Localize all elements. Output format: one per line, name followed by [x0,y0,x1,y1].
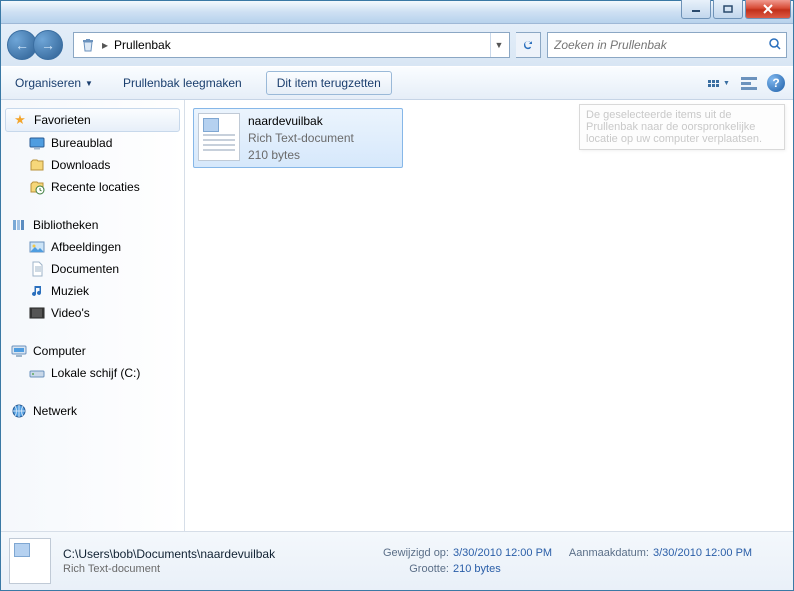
empty-recycle-bin-button[interactable]: Prullenbak leegmaken [117,73,248,93]
file-list[interactable]: naardevuilbak Rich Text-document 210 byt… [185,100,793,531]
forward-button[interactable]: → [33,30,63,60]
address-dropdown[interactable]: ▼ [490,33,507,57]
file-item-selected[interactable]: naardevuilbak Rich Text-document 210 byt… [193,108,403,168]
refresh-icon [521,38,535,52]
sidebar-libraries-header[interactable]: Bibliotheken [5,214,180,236]
sidebar-favorites-header[interactable]: ★Favorieten [5,108,180,132]
details-modified: 3/30/2010 12:00 PM [453,547,552,559]
preview-pane-icon [741,77,757,90]
chevron-down-icon: ▼ [495,40,504,50]
maximize-button[interactable] [713,0,743,19]
arrow-right-icon: → [41,38,55,52]
details-pane: C:\Users\bob\Documents\naardevuilbak Gew… [1,531,793,590]
details-path: C:\Users\bob\Documents\naardevuilbak [63,547,363,561]
sidebar-item-desktop[interactable]: Bureaublad [5,132,180,154]
chevron-down-icon: ▼ [723,80,730,87]
file-type: Rich Text-document [248,130,354,147]
rtf-file-icon [198,113,240,161]
details-type: Rich Text-document [63,563,363,575]
restore-item-button[interactable]: Dit item terugzetten [266,71,392,95]
preview-pane-button[interactable] [739,73,759,93]
view-options-button[interactable]: ▼ [707,71,731,95]
recycle-bin-icon [80,37,96,53]
libraries-icon [11,217,27,233]
command-bar: Organiseren ▼ Prullenbak leegmaken Dit i… [1,66,793,100]
file-name: naardevuilbak [248,113,354,130]
videos-icon [29,305,45,321]
minimize-button[interactable] [681,0,711,19]
search-box[interactable] [547,32,787,58]
drive-icon [29,365,45,381]
star-icon: ★ [12,112,28,128]
nav-buttons: ← → [7,30,67,60]
music-icon [29,283,45,299]
search-icon [768,37,782,54]
details-modified-label: Gewijzigd op: [363,547,449,559]
navigation-bar: ← → ▸ Prullenbak ▼ [1,24,793,66]
pictures-icon [29,239,45,255]
sidebar-computer-header[interactable]: Computer [5,340,180,362]
sidebar-item-drive-c[interactable]: Lokale schijf (C:) [5,362,180,384]
sidebar-item-pictures[interactable]: Afbeeldingen [5,236,180,258]
computer-icon [11,343,27,359]
thumbnails-icon [708,80,719,87]
rtf-file-icon [9,538,51,584]
search-input[interactable] [552,37,768,53]
desktop-icon [29,135,45,151]
tooltip: De geselecteerde items uit de Prullenbak… [579,104,785,150]
recent-icon [29,179,45,195]
downloads-icon [29,157,45,173]
sidebar-item-recent[interactable]: Recente locaties [5,176,180,198]
breadcrumb-sep-icon: ▸ [100,38,110,52]
documents-icon [29,261,45,277]
explorer-window: ← → ▸ Prullenbak ▼ Organiseren ▼ Prullen… [0,0,794,591]
address-bar[interactable]: ▸ Prullenbak ▼ [73,32,510,58]
sidebar-item-documents[interactable]: Documenten [5,258,180,280]
sidebar-network-header[interactable]: Netwerk [5,400,180,422]
details-created: 3/30/2010 12:00 PM [653,547,752,559]
titlebar[interactable] [1,1,793,24]
details-size-label: Grootte: [363,563,449,575]
details-size: 210 bytes [453,563,501,575]
close-button[interactable] [745,0,791,19]
details-created-label: Aanmaakdatum: [563,547,649,559]
body: ★Favorieten Bureaublad Downloads Recente… [1,100,793,531]
refresh-button[interactable] [516,32,541,58]
arrow-left-icon: ← [15,38,29,52]
sidebar-item-music[interactable]: Muziek [5,280,180,302]
file-size: 210 bytes [248,147,354,164]
navigation-pane[interactable]: ★Favorieten Bureaublad Downloads Recente… [1,100,185,531]
sidebar-item-downloads[interactable]: Downloads [5,154,180,176]
network-icon [11,403,27,419]
organize-menu[interactable]: Organiseren ▼ [9,73,99,93]
breadcrumb[interactable]: Prullenbak [110,36,175,54]
chevron-down-icon: ▼ [85,79,93,88]
sidebar-item-videos[interactable]: Video's [5,302,180,324]
help-button[interactable]: ? [767,74,785,92]
